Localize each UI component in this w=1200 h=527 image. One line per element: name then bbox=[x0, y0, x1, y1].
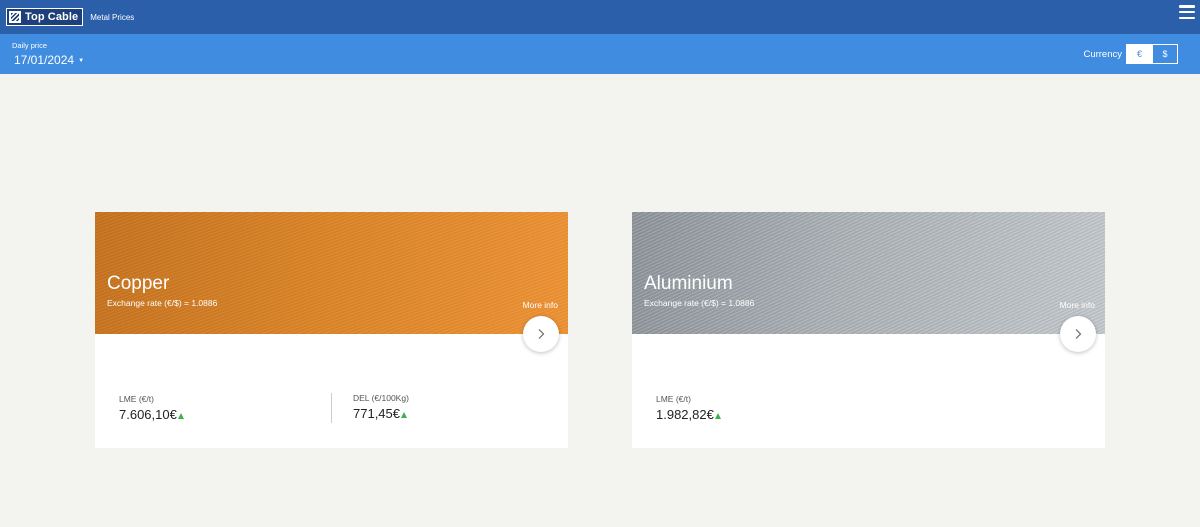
logo-mark-icon bbox=[9, 11, 21, 23]
copper-values: LME (€/t) 7.606,10€ DEL (€/100Kg) 771,45… bbox=[95, 393, 568, 423]
daily-price-label: Daily price bbox=[12, 41, 48, 50]
currency-dollar-button[interactable]: $ bbox=[1152, 45, 1177, 63]
trend-up-icon bbox=[714, 412, 721, 419]
lme-price: LME (€/t) 1.982,82€ bbox=[632, 394, 868, 422]
price-label: DEL (€/100Kg) bbox=[353, 393, 409, 403]
trend-up-icon bbox=[401, 411, 407, 418]
aluminium-values: LME (€/t) 1.982,82€ bbox=[632, 394, 1105, 422]
exchange-rate: Exchange rate (€/$) = 1.0886 bbox=[644, 298, 755, 308]
logo-text: Top Cable bbox=[25, 11, 79, 23]
chevron-right-icon bbox=[538, 329, 545, 339]
price-label: LME (€/t) bbox=[656, 394, 691, 404]
currency-label: Currency bbox=[1083, 49, 1122, 60]
copper-card: Copper Exchange rate (€/$) = 1.0886 More… bbox=[95, 212, 568, 448]
selected-date: 17/01/2024 bbox=[14, 53, 75, 67]
lme-price: LME (€/t) 7.606,10€ bbox=[95, 394, 331, 423]
currency-toggle: € $ bbox=[1126, 44, 1178, 64]
caret-down-icon: ▼ bbox=[78, 58, 85, 64]
copper-card-header: Copper Exchange rate (€/$) = 1.0886 More… bbox=[95, 212, 568, 334]
top-cable-logo[interactable]: Top Cable bbox=[6, 8, 84, 26]
aluminium-card-header: Aluminium Exchange rate (€/$) = 1.0886 M… bbox=[632, 212, 1105, 334]
aluminium-details-button[interactable] bbox=[1060, 316, 1096, 352]
price-value: 7.606,10€ bbox=[119, 407, 177, 422]
date-selector[interactable]: 17/01/2024 ▼ bbox=[14, 53, 84, 67]
metal-name: Aluminium bbox=[644, 273, 733, 294]
price-label: LME (€/t) bbox=[119, 394, 154, 404]
exchange-rate: Exchange rate (€/$) = 1.0886 bbox=[107, 298, 218, 308]
top-navigation-bar: Top Cable Metal Prices bbox=[0, 0, 1200, 34]
price-value: 771,45€ bbox=[353, 406, 400, 421]
copper-details-button[interactable] bbox=[523, 316, 559, 352]
price-value: 1.982,82€ bbox=[656, 407, 714, 422]
price-value-row: 7.606,10€ bbox=[119, 407, 331, 422]
hamburger-menu-icon[interactable] bbox=[1179, 5, 1195, 19]
trend-up-icon bbox=[177, 412, 184, 419]
more-info-link[interactable]: More info bbox=[523, 300, 558, 310]
price-value-row: 1.982,82€ bbox=[656, 407, 868, 422]
del-price: DEL (€/100Kg) 771,45€ bbox=[331, 393, 567, 423]
price-toolbar: Daily price 17/01/2024 ▼ Currency € $ bbox=[0, 34, 1200, 74]
chevron-right-icon bbox=[1075, 329, 1082, 339]
aluminium-card: Aluminium Exchange rate (€/$) = 1.0886 M… bbox=[632, 212, 1105, 448]
app-title: Metal Prices bbox=[90, 12, 135, 22]
price-value-row: 771,45€ bbox=[353, 406, 567, 421]
currency-euro-button[interactable]: € bbox=[1127, 45, 1152, 63]
metal-name: Copper bbox=[107, 273, 170, 294]
more-info-link[interactable]: More info bbox=[1060, 300, 1095, 310]
